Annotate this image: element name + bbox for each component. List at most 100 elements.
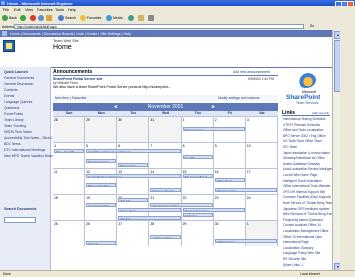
calendar-event[interactable]: Tub Info bbox=[86, 241, 117, 245]
calendar-event[interactable]: Marks & Associates bbox=[182, 208, 245, 212]
calendar-event[interactable]: PG Code Comp bbox=[182, 127, 245, 131]
link-item[interactable]: XPS Int'l Internal Support Site bbox=[283, 190, 325, 194]
search-button[interactable]: Search bbox=[58, 15, 76, 22]
next-month-arrow-icon[interactable]: ► bbox=[211, 103, 216, 111]
link-item[interactable]: Localization Management Office bbox=[283, 229, 328, 233]
link-item[interactable]: Loc/Int Wiki Home Page bbox=[283, 173, 317, 177]
history-button[interactable] bbox=[128, 15, 135, 22]
link-item[interactable]: Office and Tools Localization bbox=[283, 128, 323, 132]
calendar-event[interactable]: Thanksgiving Holiday bbox=[150, 203, 213, 207]
forward-button[interactable] bbox=[20, 15, 27, 22]
ql-item[interactable]: Team Library bbox=[4, 118, 24, 122]
ql-item[interactable]: General Documents bbox=[4, 76, 34, 80]
link-item[interactable]: BPO Server 2002 / Eng Office bbox=[283, 134, 325, 138]
calendar-day[interactable]: 29 bbox=[85, 117, 118, 142]
calendar-event[interactable]: Oxford Location bbox=[214, 188, 277, 192]
calendar-day[interactable]: 15 bbox=[181, 169, 214, 194]
ql-item[interactable]: Events bbox=[4, 94, 14, 98]
link-item[interactable]: Arabic Database Glossary bbox=[283, 162, 320, 166]
link-item[interactable]: (More Links...) bbox=[283, 263, 303, 267]
calendar-event[interactable]: Cambridge Walk bbox=[86, 203, 117, 207]
calendar-event[interactable]: Office Music bbox=[214, 178, 245, 182]
modify-settings-link[interactable]: Modify settings and columns bbox=[218, 96, 260, 100]
link-item[interactable]: ISO Team bbox=[283, 145, 297, 149]
calendar-day[interactable]: 28 bbox=[53, 117, 86, 142]
link-item[interactable]: International Testing Schedule bbox=[283, 117, 326, 121]
link-item[interactable]: Intelligent Track exploration bbox=[283, 179, 322, 183]
link-item[interactable]: Office 10 International Labs bbox=[283, 235, 322, 239]
ql-item[interactable]: New MPD Teams Vacation Board bbox=[4, 154, 54, 158]
top-nav-links[interactable]: Home | Documents | Discussion Boards | L… bbox=[10, 32, 131, 36]
link-item[interactable]: Glossary/Handbook for Office bbox=[283, 156, 325, 160]
link-item[interactable]: Common Facilities (Dept Support) bbox=[283, 195, 331, 199]
calendar-day[interactable]: 24 bbox=[245, 195, 278, 220]
calendar-event[interactable]: Bilingual Ed (MI) bbox=[86, 183, 117, 187]
calendar-event[interactable]: Welcome Meeting bbox=[150, 188, 181, 192]
link-item[interactable]: UTEST Release Schedule bbox=[283, 123, 320, 127]
calendar-day[interactable]: 25 bbox=[53, 221, 86, 246]
ql-item[interactable]: Language Quizzes bbox=[4, 100, 32, 104]
calendar-event[interactable]: Pres - Sun PM bbox=[54, 149, 85, 153]
ql-item[interactable]: Contacts bbox=[4, 88, 17, 92]
calendar-day[interactable]: 19 bbox=[85, 195, 118, 220]
print-button[interactable] bbox=[148, 15, 155, 22]
calendar-day[interactable]: 18 bbox=[53, 195, 86, 220]
calendar-day[interactable]: 12 bbox=[85, 169, 118, 194]
refresh-button[interactable] bbox=[38, 15, 45, 22]
menu-tools[interactable]: Tools bbox=[55, 8, 64, 12]
calendar-day[interactable]: 10 bbox=[245, 143, 278, 168]
address-input[interactable]: http://localhost/default.aspx bbox=[14, 24, 304, 29]
calendar-day[interactable]: 13 bbox=[117, 169, 150, 194]
home-button[interactable] bbox=[46, 15, 53, 22]
calendar-day[interactable]: 5 bbox=[85, 143, 118, 168]
menu-help[interactable]: Help bbox=[68, 8, 76, 12]
link-item[interactable]: International Page bbox=[283, 240, 309, 244]
back-button[interactable]: Back bbox=[2, 15, 17, 22]
ql-item[interactable]: Questions bbox=[4, 106, 19, 110]
link-item[interactable]: Note Service of "Global Bring Team" bbox=[283, 201, 334, 205]
calendar-day[interactable]: 4 bbox=[53, 143, 86, 168]
menu-favorites[interactable]: Favorites bbox=[37, 8, 53, 12]
calendar-event[interactable]: Status Plans bbox=[118, 208, 181, 212]
calendar-event[interactable]: Sun PM bbox=[182, 155, 213, 159]
calendar-day[interactable]: 29 bbox=[181, 221, 214, 246]
ql-item[interactable]: Team Tracking bbox=[4, 124, 26, 128]
ql-item[interactable]: PowerPoints bbox=[4, 112, 23, 116]
menu-view[interactable]: View bbox=[25, 8, 33, 12]
link-item[interactable]: Localization Glossary bbox=[283, 246, 313, 250]
calendar-day[interactable]: 9 bbox=[213, 143, 246, 168]
calendar-event[interactable]: GPS Manager bbox=[214, 239, 277, 243]
new-item-link[interactable]: New Item | Subscribe bbox=[55, 96, 86, 100]
calendar-day[interactable]: 31 bbox=[149, 117, 182, 142]
calendar-day[interactable]: 27 bbox=[117, 221, 150, 246]
stop-button[interactable] bbox=[30, 15, 37, 22]
calendar-event[interactable]: Tub Info bbox=[118, 198, 149, 202]
calendar-event[interactable]: Int'l Office Advisory Council Forum bbox=[86, 149, 181, 153]
calendar-day[interactable]: 3 bbox=[245, 117, 278, 142]
calendar-day[interactable]: 7 bbox=[149, 143, 182, 168]
ql-item[interactable]: Accessibility Test Notes - Silvio Left bbox=[4, 136, 57, 140]
ql-item[interactable]: DTC International Meetings bbox=[4, 148, 45, 152]
mail-button[interactable] bbox=[138, 15, 145, 22]
link-item[interactable]: Office International Tools Website bbox=[283, 184, 330, 188]
calendar-event[interactable]: Lightly Location bbox=[150, 235, 181, 239]
link-item[interactable]: RS Security Site bbox=[283, 257, 306, 261]
search-input[interactable] bbox=[4, 217, 36, 223]
calendar-day[interactable]: 30 bbox=[117, 117, 150, 142]
link-item[interactable]: Frequently Asked Questions bbox=[283, 218, 323, 222]
link-item[interactable]: Contact localized Office 10 bbox=[283, 223, 321, 227]
prev-month-arrow-icon[interactable]: ◄ bbox=[113, 103, 118, 111]
add-announcement-link[interactable]: Add new announcement bbox=[233, 70, 270, 74]
link-item[interactable]: Language Policy Web Site bbox=[283, 251, 320, 255]
link-item[interactable]: Japan translation & review status bbox=[283, 151, 330, 155]
ql-item[interactable]: MSDN Tech Notes bbox=[4, 130, 32, 134]
calendar-event[interactable]: Global Int bbox=[182, 213, 213, 217]
favorites-button[interactable]: Favorites bbox=[80, 15, 101, 22]
calendar-event[interactable]: PG International bbox=[86, 159, 117, 163]
calendar-day[interactable]: 11 bbox=[53, 169, 86, 194]
calendar-day[interactable]: 28 bbox=[149, 221, 182, 246]
media-button[interactable]: Media bbox=[106, 15, 123, 22]
link-item[interactable]: Japanese GPS feedback system bbox=[283, 207, 329, 211]
calendar-event[interactable]: Tab Corpus Board bbox=[182, 174, 213, 178]
menu-edit[interactable]: Edit bbox=[14, 8, 21, 12]
